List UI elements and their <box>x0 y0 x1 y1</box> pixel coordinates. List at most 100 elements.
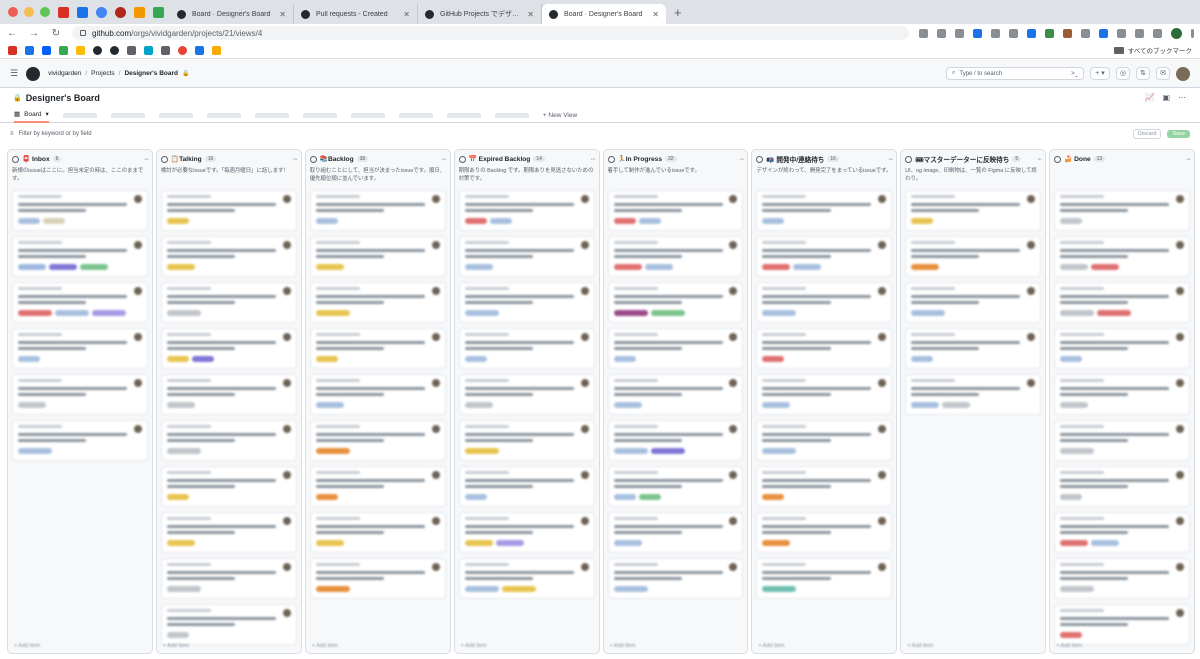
column-menu-icon[interactable]: ··· <box>1186 156 1191 163</box>
issue-card[interactable] <box>905 328 1042 369</box>
breadcrumb-project[interactable]: Designer's Board <box>124 70 178 77</box>
label-chip[interactable] <box>18 218 40 224</box>
label-chip[interactable] <box>315 448 350 454</box>
issue-card[interactable] <box>160 328 297 369</box>
view-tab[interactable] <box>398 112 433 118</box>
issue-card[interactable] <box>607 236 744 277</box>
view-tab[interactable] <box>206 112 241 118</box>
issue-title[interactable] <box>166 617 276 620</box>
issue-card[interactable] <box>1054 466 1190 507</box>
label-chip[interactable] <box>762 310 797 316</box>
issue-title[interactable] <box>315 203 425 206</box>
label-chip[interactable] <box>650 448 685 454</box>
chevron-down-icon[interactable]: ▾ <box>46 110 49 118</box>
issues-icon[interactable]: ◎ <box>1116 67 1130 80</box>
breadcrumb-projects[interactable]: Projects <box>91 70 114 77</box>
issue-card[interactable] <box>12 236 148 277</box>
install-icon[interactable] <box>919 28 928 38</box>
label-chip[interactable] <box>1091 264 1120 270</box>
label-chip[interactable] <box>911 402 940 408</box>
github-logo-icon[interactable] <box>26 66 41 81</box>
more-options-icon[interactable]: ⋯ <box>1178 93 1186 102</box>
label-chip[interactable] <box>613 310 648 316</box>
issue-title[interactable] <box>1060 617 1170 620</box>
issue-card[interactable] <box>905 236 1042 277</box>
label-chip[interactable] <box>1060 448 1095 454</box>
label-chip[interactable] <box>464 448 499 454</box>
issue-card[interactable] <box>12 374 148 415</box>
issue-card[interactable] <box>12 420 148 461</box>
app-bookmark-icon[interactable] <box>161 45 170 55</box>
close-tab-icon[interactable]: ✕ <box>652 10 659 19</box>
issue-title[interactable] <box>315 525 425 528</box>
issue-title[interactable] <box>315 295 425 298</box>
issue-title[interactable] <box>166 295 276 298</box>
label-chip[interactable] <box>495 540 524 546</box>
back-arrow-icon[interactable]: ← <box>6 28 18 39</box>
issue-title[interactable] <box>166 387 276 390</box>
issue-card[interactable] <box>905 282 1042 323</box>
issue-card[interactable] <box>756 466 893 507</box>
label-chip[interactable] <box>613 494 636 500</box>
extension-icon[interactable] <box>1045 28 1054 38</box>
issue-card[interactable] <box>160 512 297 553</box>
label-chip[interactable] <box>464 586 499 592</box>
app-bookmark-icon[interactable] <box>195 45 204 55</box>
issue-card[interactable] <box>160 558 297 599</box>
view-tab[interactable] <box>158 112 193 118</box>
issue-title[interactable] <box>1060 295 1170 298</box>
view-tab[interactable] <box>254 112 289 118</box>
pencil-pinned-tab-icon[interactable] <box>134 6 145 18</box>
column-menu-icon[interactable]: ··· <box>293 156 298 163</box>
label-chip[interactable] <box>613 356 636 362</box>
label-chip[interactable] <box>49 264 77 270</box>
add-item-button[interactable]: + Add item <box>461 643 487 649</box>
extension-icon[interactable] <box>1063 28 1072 38</box>
insights-chart-icon[interactable]: 📈 <box>1144 93 1154 102</box>
label-chip[interactable] <box>166 310 201 316</box>
issue-title[interactable] <box>464 341 574 344</box>
issue-card[interactable] <box>458 420 595 461</box>
label-chip[interactable] <box>1060 310 1095 316</box>
label-chip[interactable] <box>942 402 971 408</box>
issue-card[interactable] <box>905 190 1042 231</box>
browser-tab[interactable]: Pull requests - Created ✕ <box>294 4 418 24</box>
close-window-button[interactable] <box>8 7 18 17</box>
layout-icon[interactable]: ▣ <box>1162 93 1170 102</box>
github-bookmark-icon[interactable] <box>110 45 119 55</box>
label-chip[interactable] <box>166 632 189 638</box>
label-chip[interactable] <box>762 218 785 224</box>
column-menu-icon[interactable]: ··· <box>144 156 149 163</box>
label-chip[interactable] <box>315 356 338 362</box>
browser-tab[interactable]: Board · Designer's Board ✕ <box>170 4 294 24</box>
label-chip[interactable] <box>18 310 52 316</box>
issue-card[interactable] <box>309 374 446 415</box>
issue-card[interactable] <box>756 420 893 461</box>
label-chip[interactable] <box>464 356 487 362</box>
view-tab[interactable] <box>350 112 385 118</box>
column-menu-icon[interactable]: ··· <box>1037 156 1042 163</box>
issue-card[interactable] <box>160 466 297 507</box>
new-tab-button[interactable]: + <box>666 2 690 24</box>
issue-title[interactable] <box>613 479 723 482</box>
issue-title[interactable] <box>18 387 127 390</box>
issue-title[interactable] <box>613 203 723 206</box>
label-chip[interactable] <box>464 310 499 316</box>
app-bookmark-icon[interactable] <box>59 45 68 55</box>
issue-card[interactable] <box>309 512 446 553</box>
issue-title[interactable] <box>613 249 723 252</box>
issue-card[interactable] <box>309 420 446 461</box>
issue-card[interactable] <box>12 328 148 369</box>
label-chip[interactable] <box>315 310 350 316</box>
issue-card[interactable] <box>12 190 148 231</box>
column-menu-icon[interactable]: ··· <box>888 156 893 163</box>
label-chip[interactable] <box>911 356 934 362</box>
issue-title[interactable] <box>166 525 276 528</box>
issue-title[interactable] <box>1060 249 1170 252</box>
label-chip[interactable] <box>166 540 195 546</box>
label-chip[interactable] <box>762 402 791 408</box>
label-chip[interactable] <box>1060 264 1089 270</box>
issue-title[interactable] <box>315 387 425 390</box>
issue-card[interactable] <box>756 236 893 277</box>
issue-title[interactable] <box>762 203 872 206</box>
